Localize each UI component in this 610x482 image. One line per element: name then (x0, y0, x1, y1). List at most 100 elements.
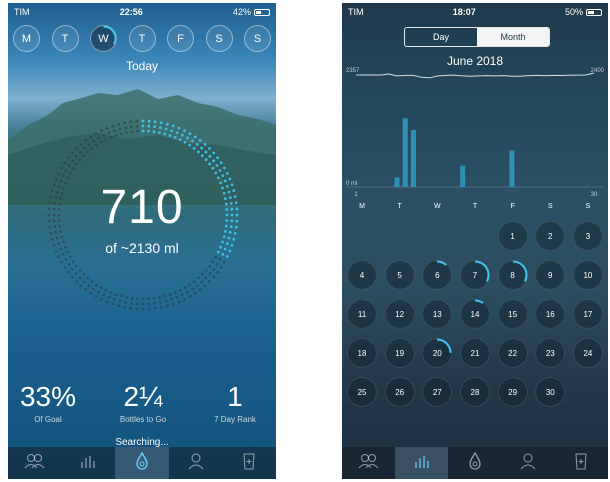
ring-dot-empty (165, 304, 169, 308)
calendar-day-6[interactable]: 6 (422, 260, 453, 290)
ring-dot-empty (183, 297, 186, 301)
weekday-1[interactable]: T (51, 25, 79, 52)
ring-dot-empty (130, 130, 134, 134)
ring-dot-empty (141, 302, 145, 306)
tab-profile[interactable] (502, 447, 555, 479)
calendar-day-25[interactable]: 25 (347, 377, 377, 407)
tab-stats[interactable] (395, 447, 449, 479)
calendar-day-10[interactable]: 10 (572, 260, 603, 290)
tab-friends[interactable] (342, 447, 395, 479)
tab-drop[interactable] (115, 447, 169, 479)
weekday-0[interactable]: M (13, 25, 40, 52)
calendar-day-1[interactable]: 1 (497, 221, 528, 251)
segment-day[interactable]: Day (405, 28, 477, 46)
calendar-day-number: 25 (357, 387, 367, 397)
tab-drop[interactable] (448, 447, 501, 479)
stat-value: 1 (227, 381, 243, 412)
ring-dot-empty (105, 126, 109, 130)
calendar-day-26[interactable]: 26 (384, 377, 415, 407)
ring-dot-empty (109, 135, 113, 139)
calendar-day-number: 5 (397, 270, 402, 280)
stat-label: Of Goal (34, 415, 62, 424)
ring-dot-empty (117, 304, 121, 308)
calendar-day-2[interactable]: 2 (535, 221, 566, 251)
calendar-day-27[interactable]: 27 (422, 377, 453, 407)
calendar-day-5[interactable]: 5 (384, 260, 415, 290)
chart-label-top-left: 2357 (346, 68, 360, 74)
segment-month[interactable]: Month (477, 28, 549, 46)
ring-dot-empty (109, 291, 113, 295)
weekday-5[interactable]: S (205, 25, 233, 52)
calendar-day-3[interactable]: 3 (572, 221, 603, 251)
tab-bottle[interactable] (555, 447, 608, 479)
calendar-day-9[interactable]: 9 (535, 260, 566, 290)
calendar-day-19[interactable]: 19 (384, 338, 415, 368)
bar-day-8 (410, 130, 416, 187)
ring-dot-empty (97, 136, 100, 140)
ring-dot-empty (147, 297, 150, 301)
calendar-day-21[interactable]: 21 (459, 338, 490, 368)
ring-dot-filled (200, 146, 204, 150)
ring-dot-empty (125, 295, 129, 299)
ring-dot-filled (147, 119, 151, 123)
ring-dot-empty (94, 132, 98, 135)
calendar-day-23[interactable]: 23 (535, 338, 566, 368)
ring-dot-empty (212, 267, 216, 271)
battery-percent: 50% (564, 7, 583, 17)
ring-dot-empty (79, 142, 83, 146)
calendar-day-7[interactable]: 7 (459, 260, 490, 290)
calendar-day-22[interactable]: 22 (497, 338, 528, 368)
calendar-day-17[interactable]: 17 (572, 299, 603, 329)
goal-text: of ~2130 ml (105, 240, 179, 256)
ring-dot-filled (163, 132, 167, 136)
calendar-day-11[interactable]: 11 (347, 299, 377, 329)
ring-dot-empty (188, 283, 192, 287)
calendar-day-29[interactable]: 29 (497, 377, 528, 407)
tab-bottle[interactable] (222, 447, 276, 479)
ring-dot-empty (186, 290, 189, 294)
ring-dot-empty (102, 293, 106, 297)
calendar-day-number: 9 (548, 270, 553, 280)
calendar-day-18[interactable]: 18 (347, 338, 377, 368)
calendar-day-8[interactable]: 8 (497, 260, 528, 290)
ring-dot-filled (164, 127, 168, 131)
calendar-day-number: 2 (548, 231, 553, 241)
drop-icon (468, 451, 482, 475)
ring-dot-filled (141, 129, 145, 133)
ring-dot-empty (135, 124, 139, 128)
weekday-3[interactable]: T (128, 25, 156, 52)
ring-dot-empty (170, 297, 174, 301)
calendar-day-20[interactable]: 20 (422, 338, 453, 368)
ring-dot-empty (70, 159, 74, 163)
calendar-day-number: 15 (508, 309, 518, 319)
tab-friends[interactable] (8, 447, 62, 479)
calendar-day-16[interactable]: 16 (535, 299, 566, 329)
day-arc (512, 260, 528, 282)
daily-intake-screen: TIM 22:56 42% M T W T F S S Today 710 of ~2130… (8, 3, 276, 479)
weekday-6[interactable]: S (244, 25, 271, 52)
day-progress-arc (474, 299, 484, 304)
tab-profile[interactable] (169, 447, 223, 479)
weekday-header: T (397, 203, 402, 210)
ring-dot-empty (92, 139, 95, 143)
tab-stats[interactable] (62, 447, 116, 479)
calendar-day-15[interactable]: 15 (497, 299, 528, 329)
calendar-day-24[interactable]: 24 (572, 338, 603, 368)
calendar-day-4[interactable]: 4 (347, 260, 377, 290)
calendar-day-28[interactable]: 28 (459, 377, 490, 407)
calendar-day-14[interactable]: 14 (459, 299, 490, 329)
ring-dot-filled (186, 136, 189, 140)
ring-dot-empty (141, 307, 145, 311)
weekday-2[interactable]: W (90, 25, 117, 52)
chart-x-tick-start: 1 (354, 192, 358, 198)
chart-label-top-right: 2400 (591, 68, 605, 74)
weekday-4[interactable]: F (167, 25, 194, 52)
ring-dot-empty (102, 133, 106, 137)
weekday-label: M (21, 32, 32, 45)
calendar-day-13[interactable]: 13 (422, 299, 453, 329)
calendar-day-12[interactable]: 12 (384, 299, 415, 329)
bar-day-7 (402, 118, 408, 187)
ring-dot-empty (135, 119, 139, 123)
calendar-day-30[interactable]: 30 (535, 377, 566, 407)
stat-label: Bottles to Go (119, 415, 167, 424)
